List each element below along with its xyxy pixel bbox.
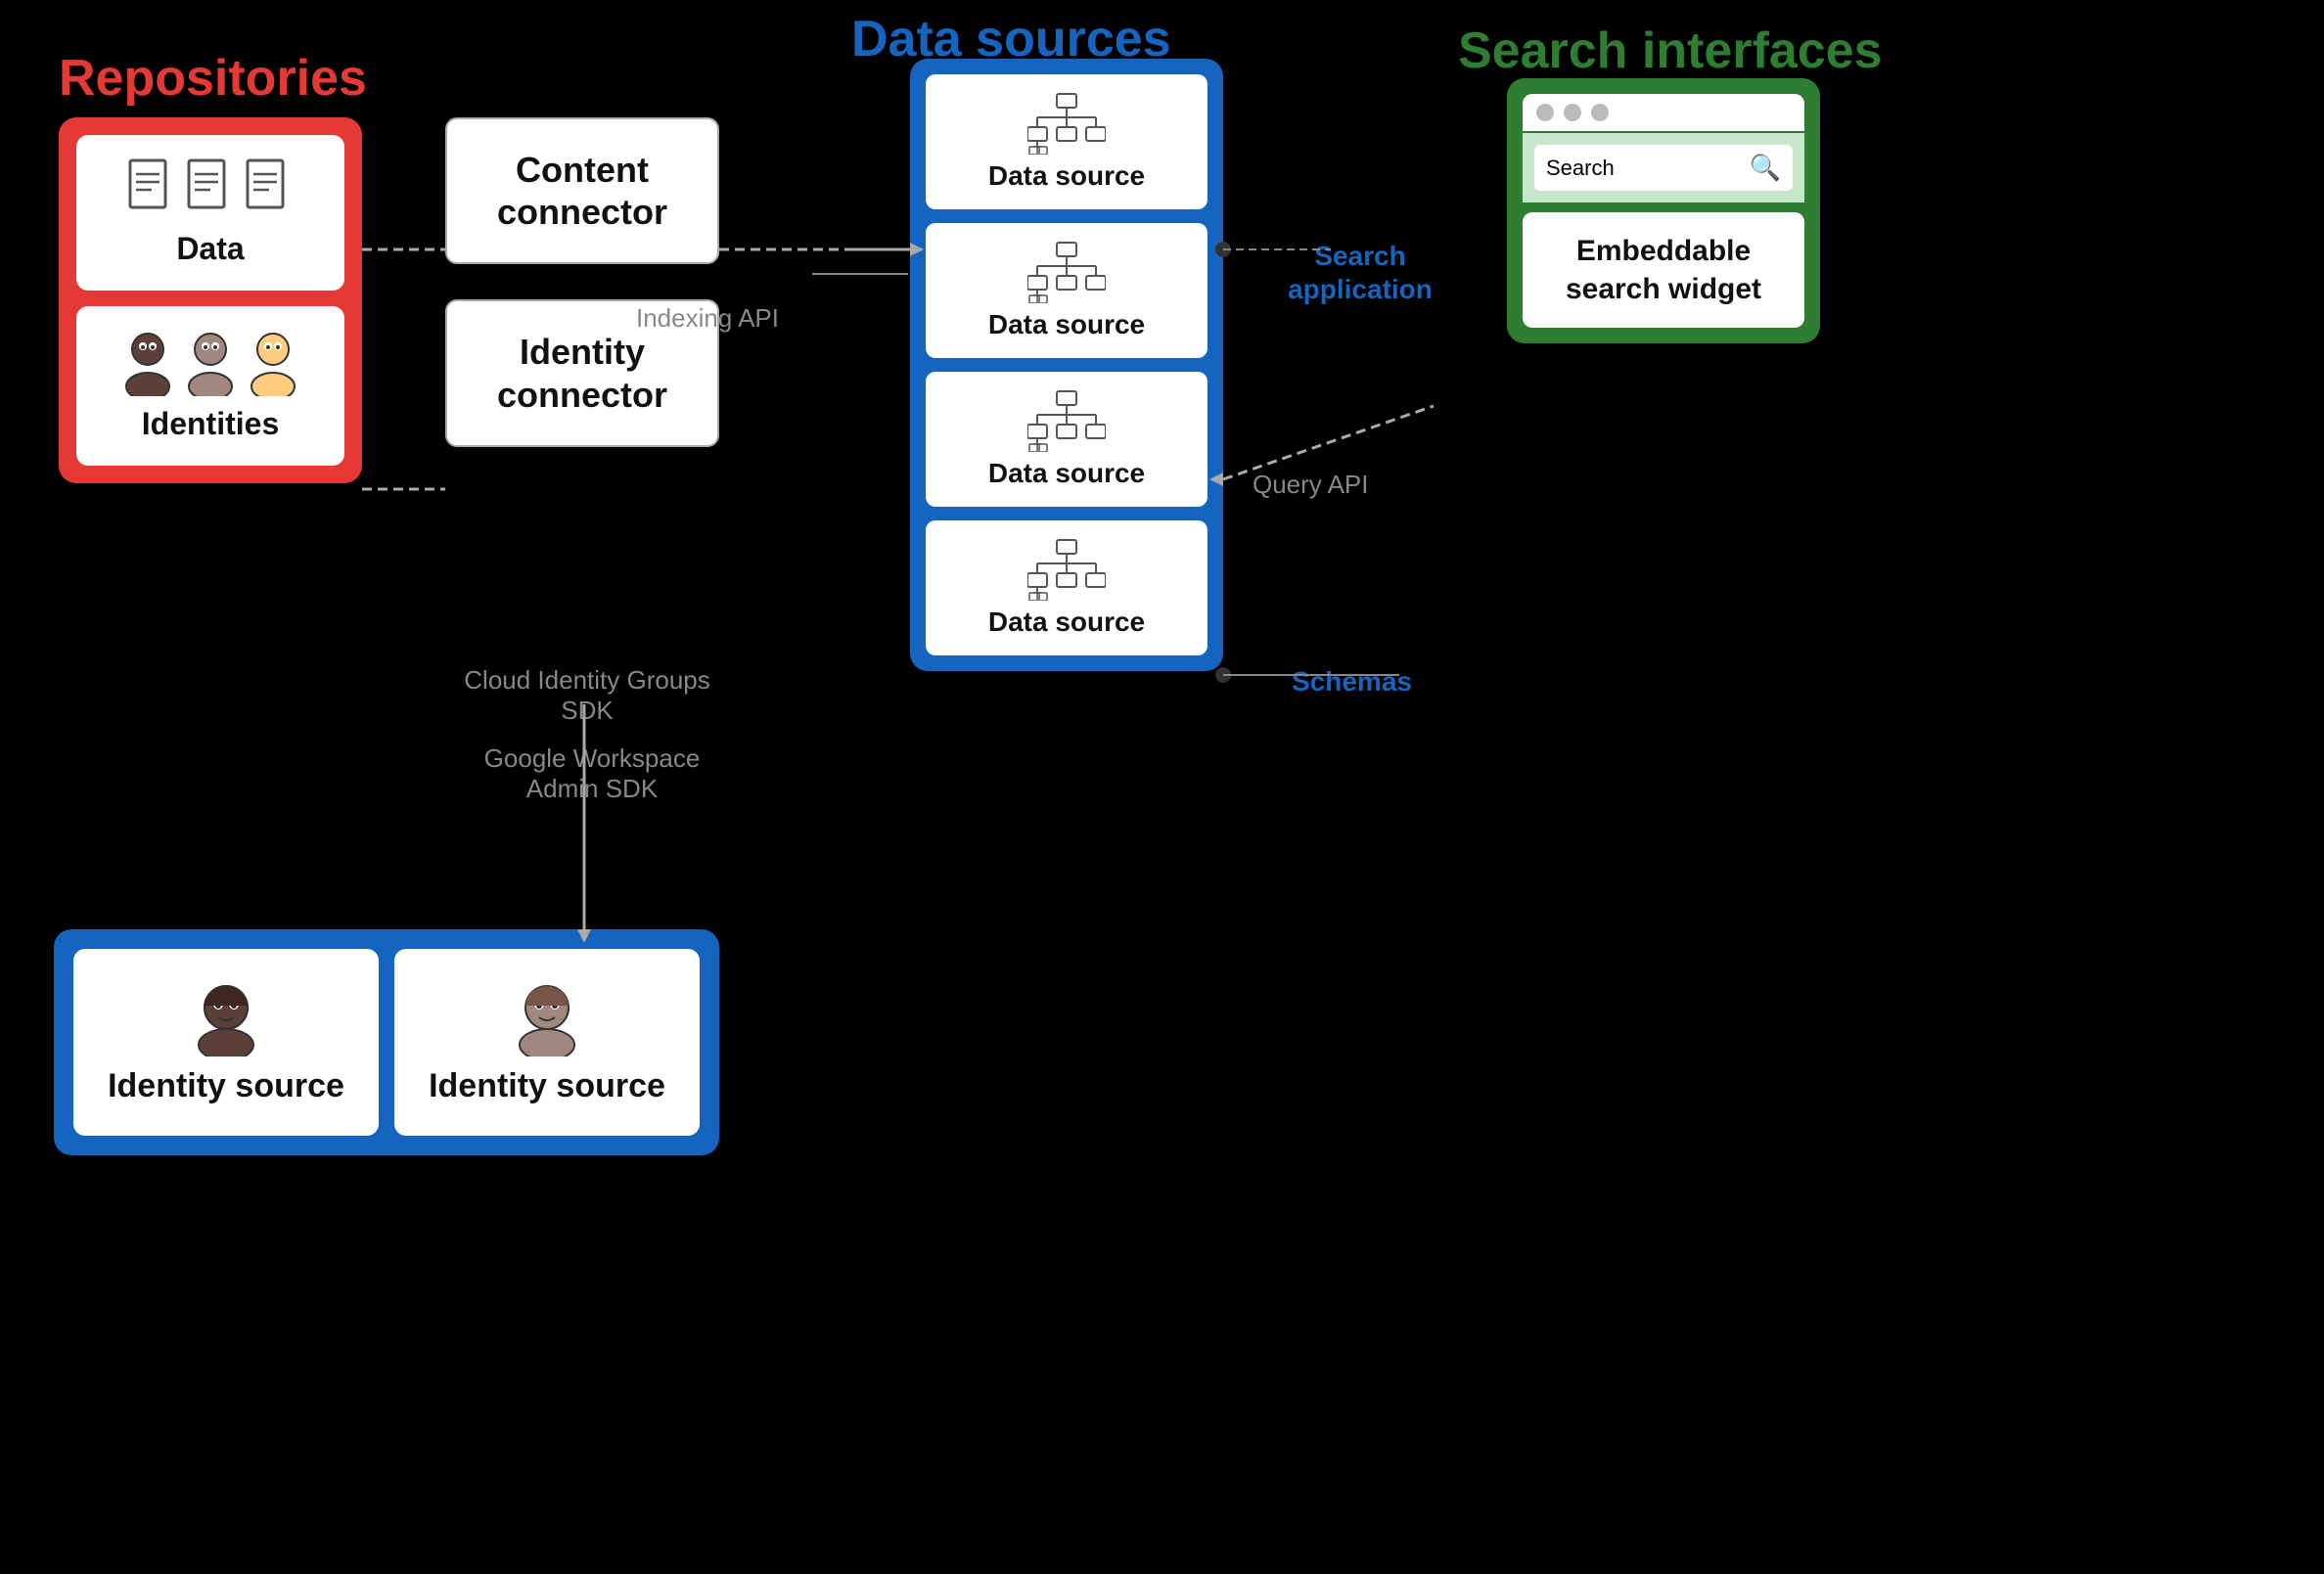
datasource-box-1: Data source xyxy=(926,74,1208,209)
hierarchy-icon-2 xyxy=(1027,241,1106,303)
title-search-interfaces: Search interfaces xyxy=(1458,22,1883,80)
person-icon-2 xyxy=(182,330,239,396)
person-icon-3 xyxy=(245,330,301,396)
connectors-column: Content connector Identity connector xyxy=(445,117,719,447)
search-interfaces-outer: Search 🔍 Embeddable search widget xyxy=(1507,78,1820,343)
search-icon: 🔍 xyxy=(1750,153,1781,183)
hierarchy-icon-4 xyxy=(1027,538,1106,601)
doc-icon-1 xyxy=(126,158,177,221)
identity-source-box-1: Identity source xyxy=(73,949,379,1136)
content-connector-label: Content connector xyxy=(467,149,698,233)
identities-box: Identities xyxy=(76,306,344,466)
indexing-api-label: Indexing API xyxy=(636,303,779,334)
search-application-label: Search application xyxy=(1253,240,1468,305)
query-api-label: Query API xyxy=(1253,470,1369,500)
identity-sources-outer: Identity source Identity source xyxy=(54,929,719,1155)
search-area: Search 🔍 xyxy=(1523,133,1804,202)
title-repositories: Repositories xyxy=(59,49,367,108)
datasource-box-4: Data source xyxy=(926,520,1208,655)
person-icon-1 xyxy=(119,330,176,396)
datasource-label-3: Data source xyxy=(988,458,1145,489)
data-box: Data xyxy=(76,135,344,291)
identity-person-2 xyxy=(508,978,586,1057)
data-box-label: Data xyxy=(176,231,244,267)
browser-header xyxy=(1523,94,1804,131)
identity-source-label-1: Identity source xyxy=(108,1066,344,1106)
content-connector-box: Content connector xyxy=(445,117,719,264)
browser-dot-2 xyxy=(1564,104,1581,121)
identity-person-1 xyxy=(187,978,265,1057)
identity-source-box-2: Identity source xyxy=(394,949,700,1136)
identity-source-label-2: Identity source xyxy=(429,1066,665,1106)
datasources-outer: Data source Data source xyxy=(910,59,1223,671)
doc-icon-3 xyxy=(244,158,295,221)
search-input-mock[interactable]: Search 🔍 xyxy=(1534,145,1793,191)
datasource-label-1: Data source xyxy=(988,160,1145,192)
datasource-label-2: Data source xyxy=(988,309,1145,340)
browser-dot-1 xyxy=(1536,104,1554,121)
diagram-container: Repositories Data sources Search interfa… xyxy=(0,0,2324,1574)
browser-dot-3 xyxy=(1591,104,1609,121)
datasource-box-3: Data source xyxy=(926,372,1208,507)
hierarchy-icon-3 xyxy=(1027,389,1106,452)
embeddable-label: Embeddable search widget xyxy=(1542,232,1785,308)
identity-connector-label: Identity connector xyxy=(467,331,698,415)
datasource-box-2: Data source xyxy=(926,223,1208,358)
doc-icons xyxy=(126,158,295,221)
cloud-identity-label: Cloud Identity Groups SDK xyxy=(460,665,714,726)
google-workspace-label: Google Workspace Admin SDK xyxy=(455,743,729,804)
identities-box-label: Identities xyxy=(142,406,279,442)
schemas-label: Schemas xyxy=(1292,665,1412,698)
hierarchy-icon-1 xyxy=(1027,92,1106,155)
embeddable-search-widget: Embeddable search widget xyxy=(1523,212,1804,328)
repositories-box: Data xyxy=(59,117,362,483)
doc-icon-2 xyxy=(185,158,236,221)
people-icons xyxy=(119,330,301,396)
search-text: Search xyxy=(1546,156,1615,181)
datasource-label-4: Data source xyxy=(988,607,1145,638)
